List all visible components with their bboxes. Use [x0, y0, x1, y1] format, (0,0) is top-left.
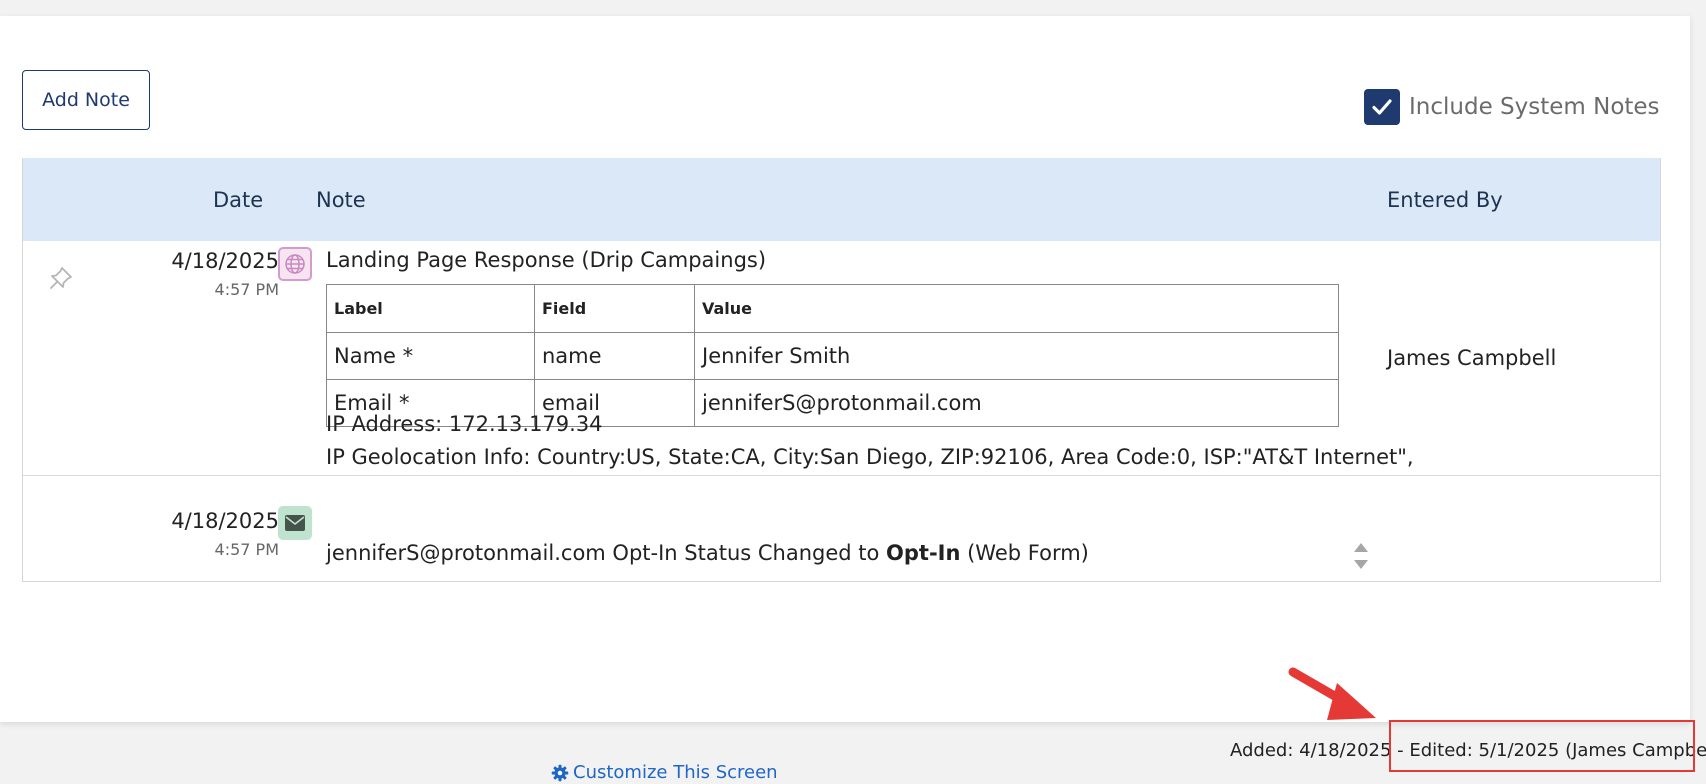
- note-time: 4:57 PM: [214, 540, 279, 559]
- pin-icon[interactable]: [47, 264, 75, 292]
- annotation-highlight-box: [1389, 720, 1695, 772]
- notes-table: Date Note Entered By 4/18/2025 4:57 PM L…: [22, 158, 1661, 582]
- fields-header-value: Value: [694, 284, 1339, 333]
- entered-by-name: James Campbell: [1387, 346, 1557, 370]
- column-header-note[interactable]: Note: [316, 188, 366, 212]
- add-note-button[interactable]: Add Note: [22, 70, 150, 130]
- globe-icon: [278, 247, 312, 281]
- ip-geolocation: IP Geolocation Info: Country:US, State:C…: [326, 445, 1414, 469]
- ip-address: IP Address: 172.13.179.34: [326, 412, 603, 436]
- gear-icon: [551, 764, 569, 781]
- field-value: jenniferS@protonmail.com: [694, 379, 1339, 427]
- note-date: 4/18/2025: [171, 509, 279, 533]
- include-system-notes-toggle[interactable]: Include System Notes: [1364, 89, 1660, 125]
- row-divider: [23, 475, 1660, 476]
- fields-header-field: Field: [534, 284, 695, 333]
- note-title: Landing Page Response (Drip Campaings): [326, 248, 767, 272]
- opt-in-status-text: jenniferS@protonmail.com Opt-In Status C…: [326, 541, 1089, 565]
- opt-in-status-value: Opt-In: [886, 541, 961, 565]
- note-date: 4/18/2025: [171, 249, 279, 273]
- customize-screen-label: Customize This Screen: [573, 762, 778, 783]
- envelope-icon: [278, 506, 312, 540]
- sort-arrows-icon[interactable]: [1352, 541, 1370, 571]
- landing-page-fields-table: Label Field Value Name * name Jennifer S…: [326, 284, 1339, 427]
- customize-screen-link[interactable]: Customize This Screen: [551, 762, 778, 783]
- column-header-entered-by[interactable]: Entered By: [1387, 188, 1503, 212]
- notes-table-header: Date Note Entered By: [23, 158, 1660, 241]
- fields-header-label: Label: [326, 284, 535, 333]
- column-header-date[interactable]: Date: [213, 188, 263, 212]
- notes-card: Add Note Include System Notes Date Note …: [0, 16, 1690, 722]
- note-time: 4:57 PM: [214, 280, 279, 299]
- field-label: Name *: [326, 332, 535, 380]
- checkmark-icon: [1372, 99, 1392, 115]
- field-name: name: [534, 332, 695, 380]
- fields-row: Name * name Jennifer Smith: [326, 332, 1339, 380]
- annotation-arrow-icon: [1288, 667, 1376, 720]
- include-system-notes-checkbox[interactable]: [1364, 89, 1400, 125]
- field-value: Jennifer Smith: [694, 332, 1339, 380]
- include-system-notes-label: Include System Notes: [1409, 94, 1660, 120]
